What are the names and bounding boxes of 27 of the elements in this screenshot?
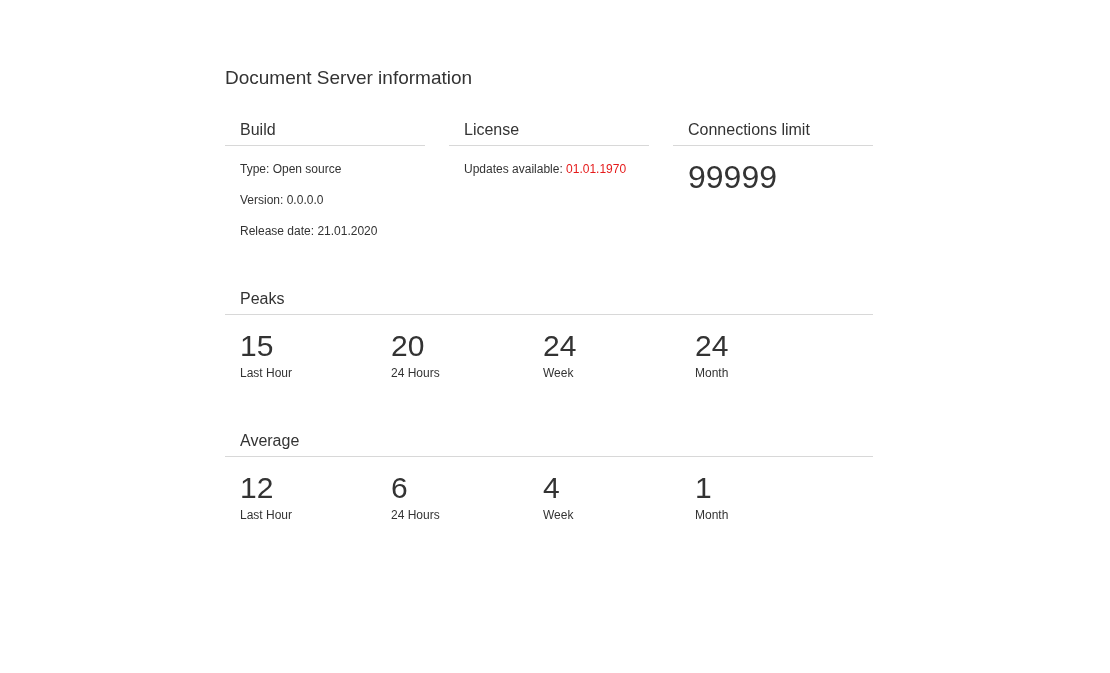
section-heading: License (449, 120, 649, 146)
stat-value: 1 (695, 471, 713, 505)
stat-value: 15 (240, 329, 275, 363)
build-info-text: Release date: 21.01.2020 (239, 224, 379, 239)
stat-label: Week (543, 366, 575, 381)
stat-value: 4 (543, 471, 561, 505)
stat-value: 24 (695, 329, 730, 363)
section-heading: Connections limit (673, 120, 873, 146)
stat-value: 6 (391, 471, 409, 505)
stat-label: Month (695, 366, 730, 381)
stat-value: 20 (391, 329, 426, 363)
section-heading: Peaks (225, 289, 873, 315)
section-heading: Build (225, 120, 425, 146)
stat-value: 24 (543, 329, 578, 363)
page-title: Document Server information (225, 66, 474, 90)
section-heading: Average (225, 431, 873, 457)
stat-value: 12 (240, 471, 275, 505)
connections-limit-value: 99999 (687, 159, 778, 195)
stat-label: Month (695, 508, 730, 523)
stat-label: 24 Hours (391, 508, 441, 523)
stat-label: 24 Hours (391, 366, 441, 381)
stat-label: Week (543, 508, 575, 523)
build-info-text: Version: 0.0.0.0 (239, 193, 325, 208)
stat-label: Last Hour (240, 366, 294, 381)
build-info-text: Type: Open source (239, 162, 343, 177)
stat-label: Last Hour (240, 508, 294, 523)
updates-available-text: Updates available: 01.01.1970 (463, 162, 628, 177)
